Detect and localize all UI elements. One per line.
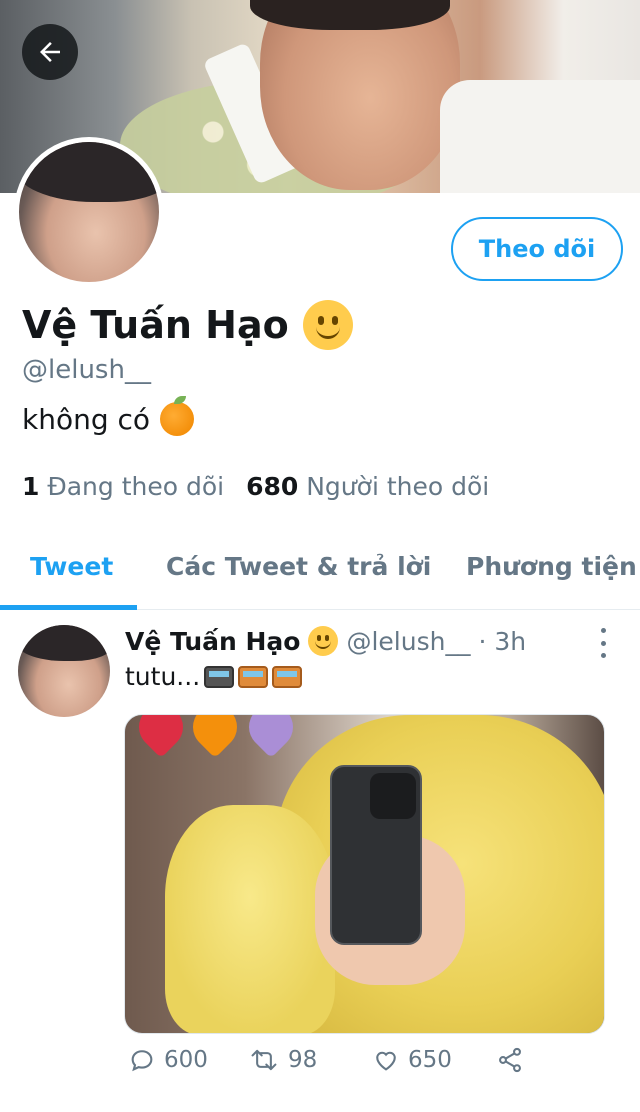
tweet-header: Vệ Tuấn Hạo @lelush__ · 3h xyxy=(125,626,526,656)
purple-heart-icon xyxy=(239,715,303,759)
following-stat[interactable]: 1 Đang theo dõi xyxy=(22,472,224,501)
orange-heart-icon xyxy=(183,715,247,759)
tweet-author[interactable]: Vệ Tuấn Hạo xyxy=(125,627,300,656)
profile-name: Vệ Tuấn Hạo xyxy=(22,300,353,350)
railway-car-icon xyxy=(238,665,269,688)
following-count: 1 xyxy=(22,472,40,501)
tweet-body: tutu... xyxy=(125,662,201,691)
reply-count: 600 xyxy=(164,1047,208,1073)
like-count: 650 xyxy=(408,1047,452,1073)
slightly-smiling-face-icon xyxy=(302,300,353,350)
tweet-avatar[interactable] xyxy=(18,625,110,717)
tweet-actions: 600 98 650 xyxy=(124,1046,605,1086)
following-label: Đang theo dõi xyxy=(47,472,225,501)
share-icon xyxy=(499,1047,521,1073)
tweet-text: tutu... xyxy=(125,662,303,691)
profile-bio: không có xyxy=(22,396,195,436)
tab-media[interactable]: Phương tiện xyxy=(466,552,637,581)
follow-button[interactable]: Theo dõi xyxy=(451,217,623,281)
more-options-icon[interactable] xyxy=(596,628,610,658)
profile-stats: 1 Đang theo dõi 680 Người theo dõi xyxy=(22,472,489,501)
railway-car-icon xyxy=(272,665,303,688)
arrow-left-icon xyxy=(40,42,60,62)
profile-avatar[interactable] xyxy=(14,137,164,287)
retweet-button[interactable]: 98 xyxy=(248,1046,317,1074)
display-name: Vệ Tuấn Hạo xyxy=(22,303,289,347)
tweet-handle: @lelush__ xyxy=(346,626,471,656)
tangerine-icon xyxy=(160,396,195,436)
retweet-count: 98 xyxy=(288,1047,318,1073)
share-button[interactable] xyxy=(496,1046,524,1074)
reply-icon xyxy=(131,1050,153,1072)
photo-plush-doll xyxy=(165,805,335,1033)
reply-button[interactable]: 600 xyxy=(128,1046,208,1074)
locomotive-icon xyxy=(204,665,235,688)
active-tab-indicator xyxy=(0,605,137,610)
like-button[interactable]: 650 xyxy=(372,1046,452,1074)
slightly-smiling-face-icon xyxy=(308,626,339,656)
profile-handle: @lelush__ xyxy=(22,355,151,385)
followers-stat[interactable]: 680 Người theo dõi xyxy=(246,472,489,501)
retweet-icon xyxy=(251,1049,277,1071)
heart-icon xyxy=(376,1051,396,1071)
profile-tabs: Tweet Các Tweet & trả lời Phương tiện xyxy=(0,530,640,610)
red-heart-icon xyxy=(129,715,193,759)
back-button[interactable] xyxy=(22,24,78,80)
tab-tweets-replies[interactable]: Các Tweet & trả lời xyxy=(166,552,431,581)
tab-tweets[interactable]: Tweet xyxy=(30,552,113,581)
photo-phone-camera xyxy=(370,773,416,819)
followers-label: Người theo dõi xyxy=(306,472,490,501)
tweet-photo[interactable] xyxy=(124,714,605,1034)
followers-count: 680 xyxy=(246,472,299,501)
tweet-time: · 3h xyxy=(478,626,527,656)
bio-text: không có xyxy=(22,402,151,436)
banner-shirt xyxy=(440,80,640,193)
